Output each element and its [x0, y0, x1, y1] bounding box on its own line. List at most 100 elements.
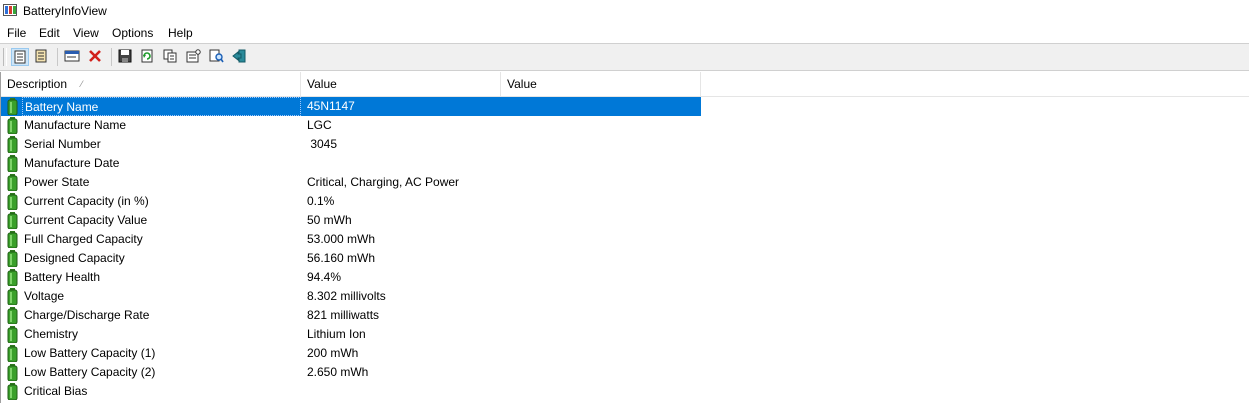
row-description: Serial Number	[24, 137, 101, 151]
menu-view[interactable]: View	[73, 26, 99, 40]
row-value-2	[507, 325, 701, 344]
row-value-2	[507, 192, 701, 211]
table-row[interactable]: Low Battery Capacity (2) 2.650 mWh	[1, 363, 701, 382]
battery-icon	[7, 250, 18, 267]
sort-arrow-icon: ⁄	[81, 79, 83, 89]
battery-icon	[7, 212, 18, 229]
row-description: Manufacture Name	[24, 118, 127, 132]
table-row[interactable]: Manufacture Date	[1, 154, 701, 173]
exit-icon[interactable]	[231, 48, 249, 66]
row-value: 50 mWh	[307, 213, 352, 227]
table-row[interactable]: Low Battery Capacity (1) 200 mWh	[1, 344, 701, 363]
html-report-all-icon[interactable]	[11, 48, 29, 66]
menu-edit[interactable]: Edit	[39, 26, 60, 40]
battery-icon	[7, 98, 18, 115]
battery-icon	[7, 364, 18, 381]
row-value: 56.160 mWh	[307, 251, 376, 265]
row-description: Chemistry	[24, 327, 79, 341]
row-value-2	[507, 173, 701, 192]
row-value: 2.650 mWh	[307, 365, 369, 379]
row-value-2	[507, 363, 701, 382]
column-header-value[interactable]: Value	[301, 72, 501, 96]
row-value-2	[507, 97, 701, 116]
battery-icon	[7, 174, 18, 191]
battery-icon	[7, 288, 18, 305]
refresh-icon[interactable]	[139, 48, 157, 66]
table-row[interactable]: Current Capacity Value 50 mWh	[1, 211, 701, 230]
table-row[interactable]: Battery Name 45N1147	[1, 97, 701, 116]
table-row[interactable]: Manufacture Name LGC	[1, 116, 701, 135]
menu-options[interactable]: Options	[112, 26, 153, 40]
row-value-2	[507, 249, 701, 268]
save-icon[interactable]	[117, 48, 135, 66]
row-value: 45N1147	[307, 97, 501, 116]
table-row[interactable]: Designed Capacity 56.160 mWh	[1, 249, 701, 268]
table-row[interactable]: Charge/Discharge Rate 821 milliwatts	[1, 306, 701, 325]
row-value-2	[507, 268, 701, 287]
row-description: Designed Capacity	[24, 251, 125, 265]
row-value	[307, 382, 501, 401]
table-row[interactable]: Battery Health 94.4%	[1, 268, 701, 287]
toolbar-grip[interactable]	[3, 48, 7, 66]
table-row[interactable]: Serial Number 3045	[1, 135, 701, 154]
row-description: Battery Health	[24, 270, 101, 284]
table-row[interactable]: Voltage 8.302 millivolts	[1, 287, 701, 306]
row-value: 200 mWh	[307, 346, 359, 360]
column-header-value-2[interactable]: Value	[501, 72, 701, 96]
battery-icon	[7, 383, 18, 400]
title-bar: BatteryInfoView	[0, 0, 1249, 23]
find-icon[interactable]	[208, 48, 226, 66]
table-row[interactable]: Power State Critical, Charging, AC Power	[1, 173, 701, 192]
row-value-2	[507, 306, 701, 325]
row-value-2	[507, 211, 701, 230]
row-description: Manufacture Date	[24, 156, 120, 170]
table-row[interactable]: Chemistry Lithium Ion	[1, 325, 701, 344]
row-description: Current Capacity Value	[24, 213, 148, 227]
row-value: 8.302 millivolts	[307, 289, 386, 303]
menu-file[interactable]: File	[7, 26, 26, 40]
app-icon	[3, 4, 17, 16]
table-row[interactable]: Current Capacity (in %) 0.1%	[1, 192, 701, 211]
battery-icon	[7, 269, 18, 286]
row-value: Lithium Ion	[307, 327, 366, 341]
table-row[interactable]: Full Charged Capacity 53.000 mWh	[1, 230, 701, 249]
copy-icon[interactable]	[162, 48, 180, 66]
row-value: 53.000 mWh	[307, 232, 376, 246]
menu-help[interactable]: Help	[168, 26, 193, 40]
options-icon[interactable]	[185, 48, 203, 66]
row-value: 3045	[307, 137, 338, 151]
row-description: Power State	[24, 175, 90, 189]
row-description: Critical Bias	[24, 384, 88, 398]
row-value-2	[507, 382, 701, 401]
battery-icon	[7, 345, 18, 362]
list-header: Description ⁄ Value Value	[1, 72, 1249, 97]
row-description: Voltage	[24, 289, 65, 303]
row-value: 821 milliwatts	[307, 308, 380, 322]
list-rows: Battery Name 45N1147 Manufacture Name LG…	[1, 97, 701, 401]
row-value-2	[507, 154, 701, 173]
row-description: Charge/Discharge Rate	[24, 308, 150, 322]
battery-icon	[7, 193, 18, 210]
battery-icon	[7, 136, 18, 153]
delete-icon[interactable]	[87, 48, 105, 66]
html-report-selected-icon[interactable]	[33, 48, 51, 66]
menu-bar: File Edit View Options Help	[0, 23, 1249, 43]
battery-icon	[7, 231, 18, 248]
battery-icon	[7, 307, 18, 324]
properties-window-icon[interactable]	[63, 48, 81, 66]
row-description: Low Battery Capacity (2)	[24, 365, 156, 379]
row-value: Critical, Charging, AC Power	[307, 175, 460, 189]
row-value: 94.4%	[307, 270, 342, 284]
row-value-2	[507, 287, 701, 306]
row-value-2	[507, 135, 701, 154]
battery-info-list[interactable]: Description ⁄ Value Value Battery Name 4…	[0, 72, 1249, 403]
row-value-2	[507, 116, 701, 135]
row-description: Battery Name	[22, 97, 301, 116]
window-title: BatteryInfoView	[23, 4, 107, 18]
row-value: LGC	[307, 118, 332, 132]
row-description: Current Capacity (in %)	[24, 194, 149, 208]
column-header-description[interactable]: Description ⁄	[1, 72, 301, 96]
row-description: Full Charged Capacity	[24, 232, 143, 246]
row-value	[307, 154, 501, 173]
table-row[interactable]: Critical Bias	[1, 382, 701, 401]
